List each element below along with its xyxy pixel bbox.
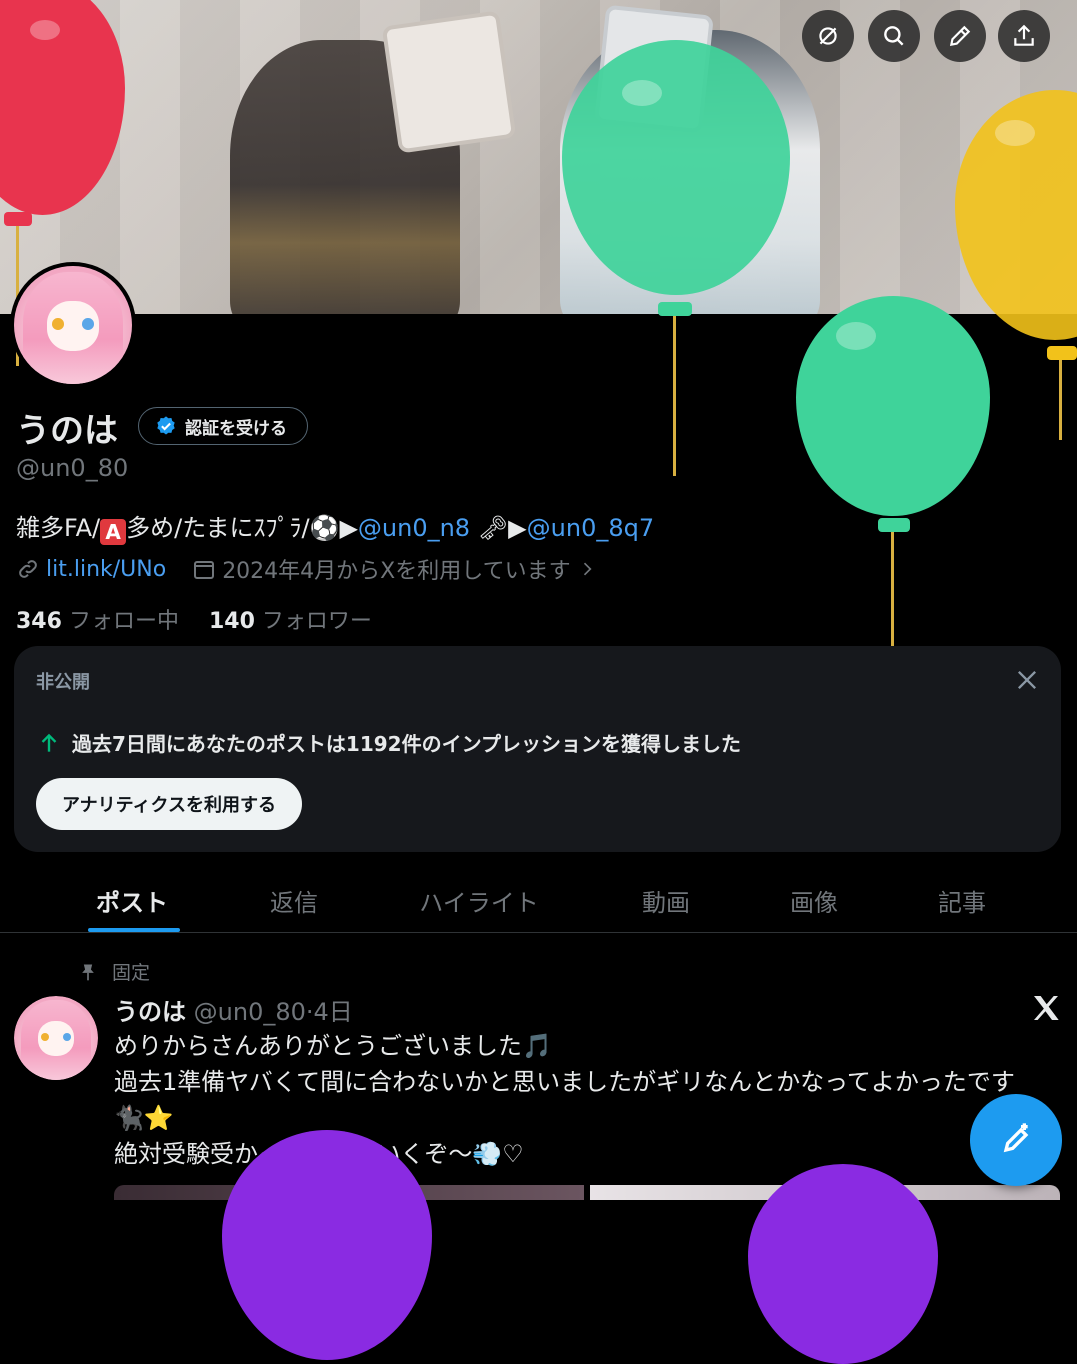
bio-mention-2[interactable]: @un0_8q7 bbox=[527, 514, 654, 542]
profile-avatar[interactable] bbox=[10, 262, 136, 388]
hide-button[interactable] bbox=[802, 10, 854, 62]
verify-label: 認証を受ける bbox=[185, 418, 287, 439]
compose-icon bbox=[1003, 1123, 1029, 1153]
followers-count: 140 bbox=[208, 609, 255, 634]
bio-text-3: 🗝▶ bbox=[470, 514, 527, 542]
tab-posts[interactable]: ポスト bbox=[60, 868, 204, 932]
bio-text-2: 多め/たまにｽﾌﾟﾗ/⚽▶ bbox=[126, 514, 358, 542]
followers-link[interactable]: 140 フォロワー bbox=[209, 609, 372, 634]
close-icon[interactable] bbox=[1013, 666, 1041, 694]
profile-meta: lit.link/UNo 2024年4月からXを利用しています bbox=[16, 553, 597, 585]
bio-text-1: 雑多FA/ bbox=[16, 514, 101, 542]
x-logo-icon bbox=[1034, 996, 1059, 1020]
post-avatar[interactable] bbox=[14, 996, 98, 1080]
pinned-text: 固定 bbox=[112, 962, 151, 984]
tab-videos[interactable]: 動画 bbox=[596, 868, 736, 932]
search-icon bbox=[884, 26, 904, 46]
post-header: うのは @un0_80·4日 bbox=[114, 992, 353, 1027]
following-label: フォロー中 bbox=[68, 609, 179, 634]
link-icon bbox=[19, 560, 37, 578]
share-icon bbox=[1014, 24, 1034, 46]
profile-name: うのは bbox=[16, 411, 118, 451]
arrow-up-icon bbox=[41, 733, 57, 752]
followers-label: フォロワー bbox=[261, 609, 372, 634]
analytics-button[interactable]: アナリティクスを利用する bbox=[36, 778, 303, 830]
tab-replies[interactable]: 返信 bbox=[224, 868, 364, 932]
profile-link[interactable]: lit.link/UNo bbox=[46, 557, 166, 582]
tab-articles[interactable]: 記事 bbox=[892, 868, 1032, 932]
profile-bio: 雑多FA/A 多め/たまにｽﾌﾟﾗ/⚽▶@un0_n8 🗝▶@un0_8q7 bbox=[16, 508, 654, 545]
post-meta: @un0_80·4日 bbox=[193, 998, 353, 1026]
card-message-text: 過去7日間にあなたのポストは1192件のインプレッションを獲得しました bbox=[72, 732, 741, 756]
joined-date: 2024年4月からXを利用しています bbox=[222, 559, 571, 584]
eye-off-icon bbox=[819, 27, 837, 45]
post-body: めりからさんありがとうございました🎵 過去1準備ヤバくて間に合わないかと思いまし… bbox=[114, 1032, 1015, 1168]
card-title: 非公開 bbox=[36, 672, 90, 693]
post-author[interactable]: うのは bbox=[114, 998, 186, 1026]
profile-handle: @un0_80 bbox=[16, 454, 129, 482]
pencil-icon bbox=[949, 25, 971, 47]
following-link[interactable]: 346 フォロー中 bbox=[16, 609, 179, 634]
following-count: 346 bbox=[16, 609, 62, 634]
edit-button[interactable] bbox=[934, 10, 986, 62]
verified-badge-icon bbox=[157, 416, 175, 435]
pinned-label: 固定 bbox=[78, 958, 150, 985]
tab-active-indicator bbox=[88, 928, 180, 932]
bio-a-emoji: A bbox=[100, 519, 127, 545]
search-button[interactable] bbox=[868, 10, 920, 62]
calendar-icon bbox=[194, 561, 215, 579]
tab-highlights[interactable]: ハイライト bbox=[384, 868, 574, 932]
tab-images[interactable]: 画像 bbox=[744, 868, 884, 932]
chevron-right-icon[interactable] bbox=[577, 559, 597, 579]
private-analytics-card: 非公開 過去7日間にあなたのポストは1192件のインプレッションを獲得しました … bbox=[14, 646, 1061, 852]
bio-mention-1[interactable]: @un0_n8 bbox=[358, 514, 470, 542]
follow-stats: 346 フォロー中 140 フォロワー bbox=[16, 603, 372, 635]
compose-button[interactable] bbox=[970, 1094, 1062, 1186]
card-message: 過去7日間にあなたのポストは1192件のインプレッションを獲得しました bbox=[36, 728, 741, 757]
verify-button[interactable]: 認証を受ける bbox=[138, 407, 308, 445]
share-button[interactable] bbox=[998, 10, 1050, 62]
pin-icon bbox=[82, 964, 94, 980]
profile-tabs: ポスト 返信 ハイライト 動画 画像 記事 bbox=[0, 868, 1077, 933]
